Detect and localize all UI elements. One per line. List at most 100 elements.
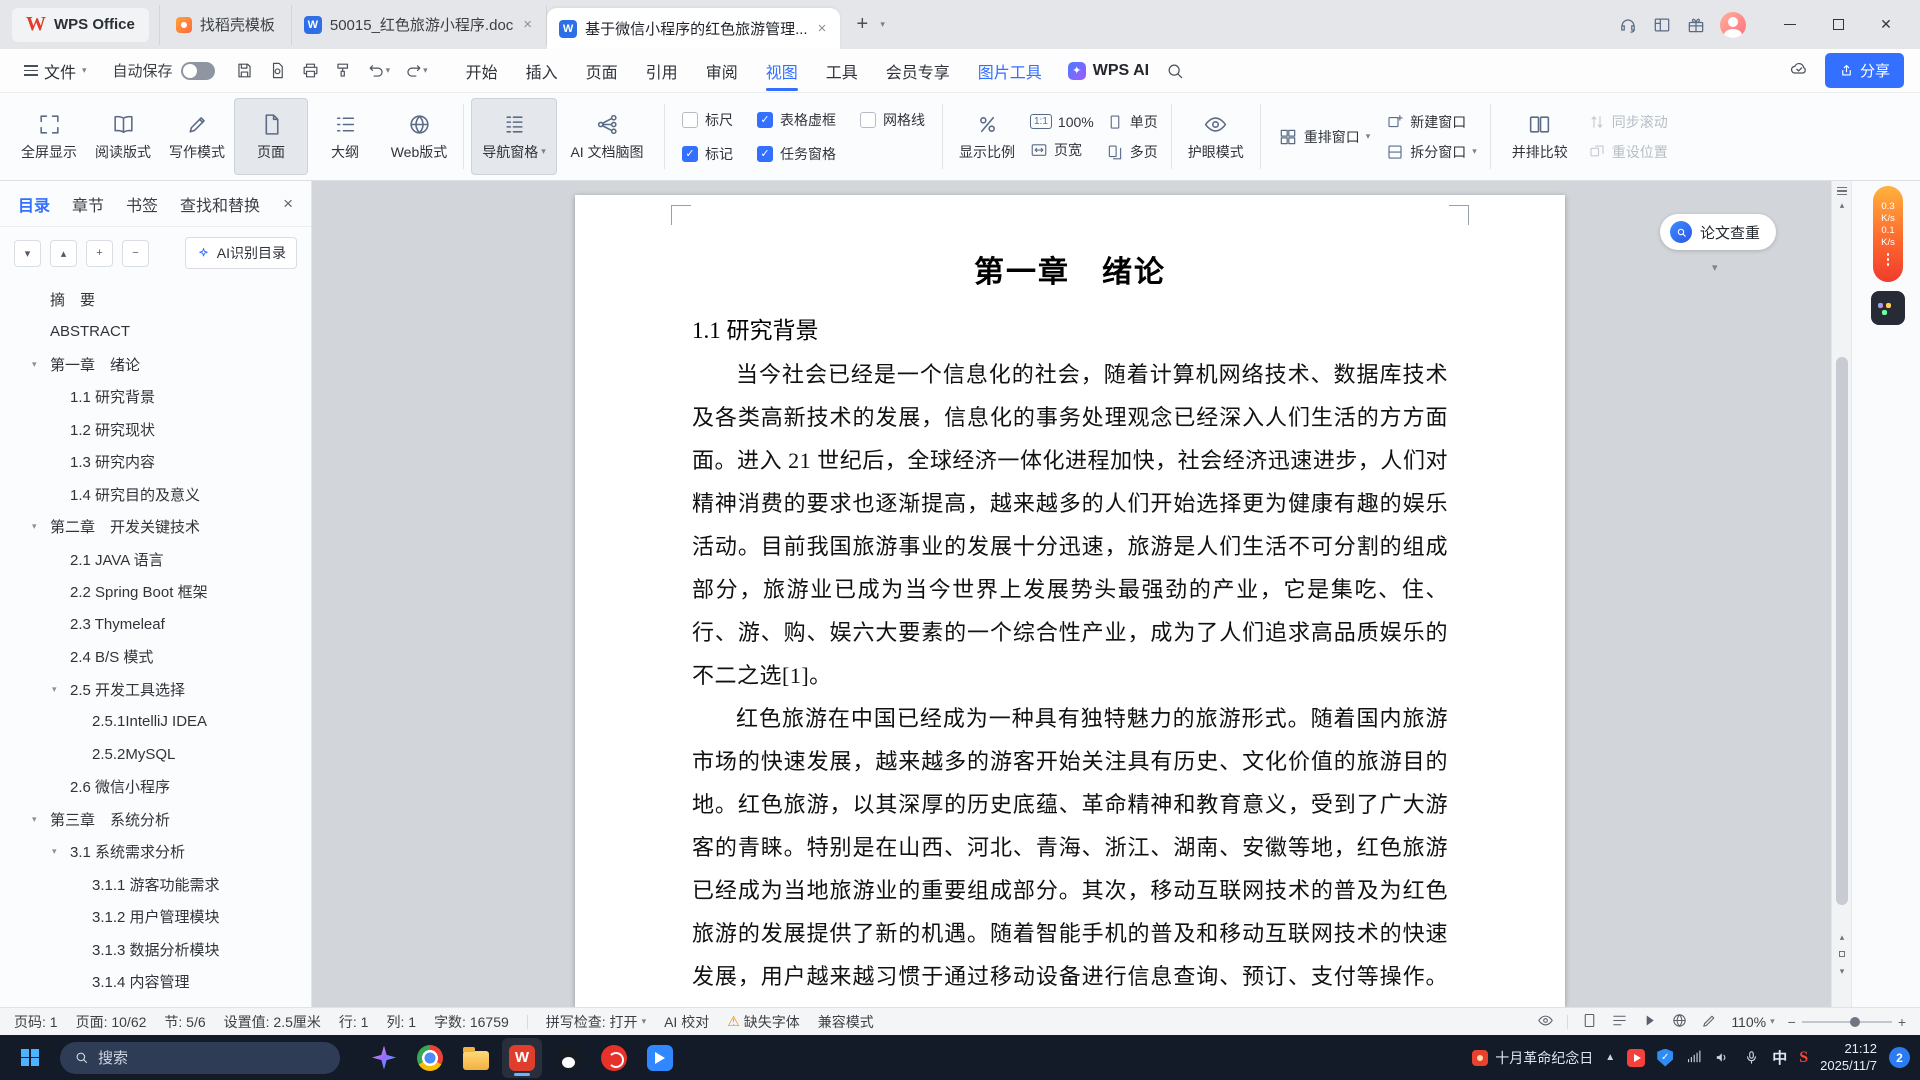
document-page[interactable]: 第一章 绪论 1.1 研究背景 当今社会已经是一个信息化的社会，随着计算机网络技… [575, 195, 1565, 1007]
toc-item[interactable]: 2.4 B/S 模式 [0, 641, 311, 674]
toc-item[interactable]: ▾2.5 开发工具选择 [0, 673, 311, 706]
writing-mode-button[interactable]: 写作模式 [160, 98, 234, 175]
close-tab-icon[interactable]: × [521, 15, 534, 34]
sidebar-tab-3[interactable]: 查找和替换 [180, 192, 260, 216]
security-shield-icon[interactable]: ✓ [1657, 1049, 1673, 1067]
assistant-icon[interactable] [1618, 15, 1638, 35]
document-area[interactable]: 第一章 绪论 1.1 研究背景 当今社会已经是一个信息化的社会，随着计算机网络技… [312, 181, 1851, 1007]
scroll-up-icon[interactable]: ▴ [1832, 195, 1851, 215]
window-layout-icon[interactable] [1652, 15, 1672, 35]
zoom-slider-knob[interactable] [1850, 1017, 1860, 1027]
wps-app[interactable]: W [502, 1038, 542, 1078]
status-field-0[interactable]: 页码: 1 [14, 1012, 58, 1032]
toc-expand-icon[interactable]: ▾ [32, 521, 50, 532]
toc-item[interactable]: 2.6 微信小程序 [0, 771, 311, 804]
eye-protection-icon[interactable] [1537, 1012, 1554, 1032]
scrollbar-thumb[interactable] [1836, 357, 1848, 905]
ruler-toggle-icon[interactable] [1832, 181, 1851, 195]
undo-icon[interactable]: ▾ [363, 57, 395, 84]
vertical-scrollbar[interactable]: ▴ ▴ ▾ [1831, 181, 1851, 1007]
zoom-ratio-button[interactable]: 显示比例 [950, 98, 1024, 175]
sidebar-tab-2[interactable]: 书签 [126, 192, 158, 216]
autosave-toggle[interactable] [181, 62, 215, 80]
previous-page-icon[interactable]: ▴ [1832, 927, 1851, 947]
menu-item-6[interactable]: 工具 [812, 49, 872, 93]
toc-item[interactable]: 1.3 研究内容 [0, 446, 311, 479]
toc-item[interactable]: ▾第一章 绪论 [0, 348, 311, 381]
status-field-3[interactable]: 设置值: 2.5厘米 [224, 1012, 321, 1032]
printer-icon[interactable] [297, 57, 324, 84]
outline-view-button[interactable]: 大纲 [308, 98, 382, 175]
expand-all-button[interactable]: ▴ [50, 240, 77, 267]
toc-item[interactable]: ABSTRACT [0, 316, 311, 349]
page-view-button[interactable]: 页面 [234, 98, 308, 175]
red-app[interactable] [594, 1038, 634, 1078]
microphone-icon[interactable] [1743, 1049, 1760, 1066]
minimize-button[interactable] [1766, 5, 1814, 45]
tab-list-dropdown-icon[interactable]: ▾ [876, 15, 889, 34]
close-sidebar-icon[interactable]: × [283, 194, 293, 214]
menu-item-4[interactable]: 审阅 [692, 49, 752, 93]
toc-expand-icon[interactable]: ▾ [52, 684, 70, 695]
select-browse-object-icon[interactable] [1839, 951, 1845, 957]
ribbon-checkbox-1[interactable]: ✓表格虚框 [757, 110, 836, 130]
menu-item-8[interactable]: 图片工具 [964, 49, 1056, 93]
navigation-pane-button[interactable]: 导航窗格▾ [471, 98, 557, 175]
ai-assistant-app[interactable] [364, 1038, 404, 1078]
ribbon-checkbox-3[interactable]: ✓标记 [682, 144, 733, 164]
rearrange-window-button[interactable]: 重排窗口 ▾ [1268, 98, 1381, 175]
tray-expand-icon[interactable]: ▲ [1605, 1052, 1615, 1063]
file-menu-button[interactable]: 文件 ▾ [16, 59, 95, 83]
menu-item-5[interactable]: 视图 [752, 49, 812, 93]
taskbar-search[interactable]: 搜索 [60, 1042, 340, 1074]
collapse-all-button[interactable]: ▾ [14, 240, 41, 267]
toc-item[interactable]: 2.3 Thymeleaf [0, 608, 311, 641]
wps-ai-menu[interactable]: ✦ WPS AI [1056, 62, 1161, 80]
ribbon-checkbox-4[interactable]: ✓任务窗格 [757, 144, 836, 164]
status-field-2[interactable]: 节: 5/6 [164, 1012, 205, 1032]
page-width-button[interactable]: 页宽 [1030, 140, 1094, 160]
read-layout-button[interactable]: 阅读版式 [86, 98, 160, 175]
zoom-level[interactable]: 110% ▾ [1731, 1014, 1774, 1030]
eye-protection-button[interactable]: 护眼模式 [1179, 98, 1253, 175]
user-avatar[interactable] [1720, 12, 1746, 38]
wps-home-tab[interactable]: W WPS Office [12, 8, 149, 42]
page-view-icon[interactable] [1581, 1012, 1598, 1032]
tv-app-tray-icon[interactable] [1627, 1049, 1645, 1067]
toc-item[interactable]: ▾第三章 系统分析 [0, 803, 311, 836]
toc-item[interactable]: 3.1.2 用户管理模块 [0, 901, 311, 934]
toc-expand-icon[interactable]: ▾ [32, 814, 50, 825]
zoom-out-toc-button[interactable]: − [122, 240, 149, 267]
sogou-input-icon[interactable]: S [1799, 1049, 1808, 1067]
toc-item[interactable]: 1.2 研究现状 [0, 413, 311, 446]
qq-app[interactable] [548, 1038, 588, 1078]
ribbon-checkbox-0[interactable]: 标尺 [682, 110, 733, 130]
zoom-slider-track[interactable] [1802, 1021, 1892, 1023]
toc-item[interactable]: 2.5.2MySQL [0, 738, 311, 771]
notification-badge[interactable]: 2 [1889, 1047, 1910, 1068]
sidebar-tab-0[interactable]: 目录 [18, 192, 50, 216]
document-tab-inactive[interactable]: W 50015_红色旅游小程序.doc × [292, 5, 547, 45]
toc-item[interactable]: 3.1.4 内容管理 [0, 966, 311, 999]
play-presentation-icon[interactable] [1641, 1012, 1658, 1032]
taskbar-clock[interactable]: 21:12 2025/11/7 [1820, 1041, 1877, 1074]
toc-item[interactable]: 3.1.3 数据分析模块 [0, 933, 311, 966]
start-button[interactable] [10, 1038, 50, 1078]
maximize-button[interactable] [1814, 5, 1862, 45]
collapse-panel-icon[interactable]: ▾ [1712, 261, 1718, 274]
ai-mindmap-button[interactable]: AI 文档脑图 [557, 98, 657, 175]
menu-item-3[interactable]: 引用 [632, 49, 692, 93]
split-window-button[interactable]: 拆分窗口 ▾ [1386, 142, 1477, 162]
new-window-button[interactable]: 新建窗口 [1386, 112, 1477, 132]
zoom-in-toc-button[interactable]: + [86, 240, 113, 267]
toc-item[interactable]: 3.1.1 游客功能需求 [0, 868, 311, 901]
share-button[interactable]: 分享 [1825, 53, 1904, 88]
calendar-holiday-widget[interactable]: 十月革命纪念日 [1472, 1048, 1593, 1068]
plagiarism-check-button[interactable]: 论文查重 [1660, 214, 1776, 250]
next-page-icon[interactable]: ▾ [1832, 961, 1851, 981]
menu-item-1[interactable]: 插入 [512, 49, 572, 93]
toc-item[interactable]: 2.5.1IntelliJ IDEA [0, 706, 311, 739]
ribbon-checkbox-2[interactable]: 网格线 [860, 110, 925, 130]
toc-expand-icon[interactable]: ▾ [32, 359, 50, 370]
redo-icon[interactable]: ▾ [400, 57, 432, 84]
